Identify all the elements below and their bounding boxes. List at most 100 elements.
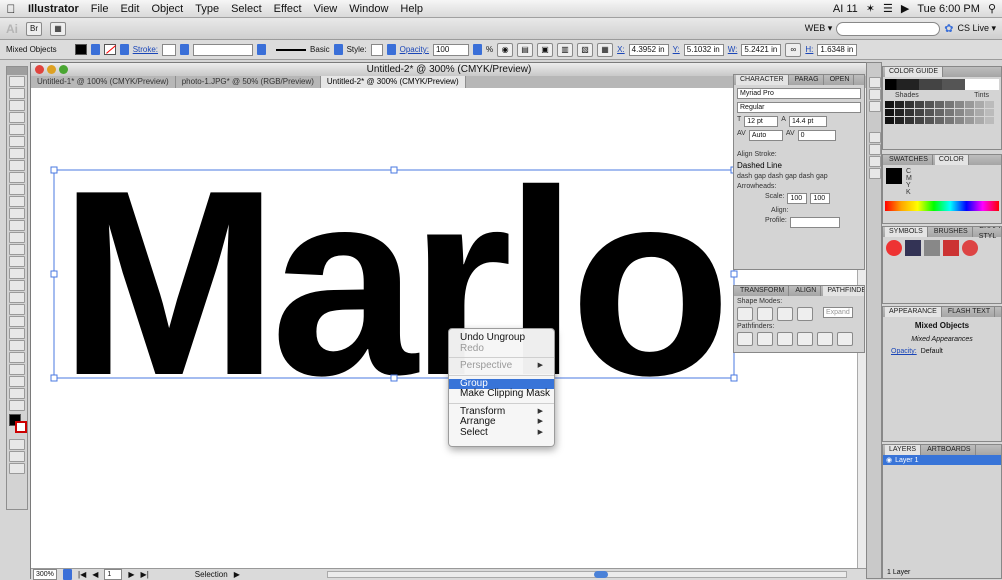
rotate-tool-icon[interactable] <box>9 220 25 231</box>
artwork-text[interactable]: Marlo <box>59 135 731 430</box>
harmony-colors[interactable] <box>885 79 999 90</box>
transform-icon[interactable]: ▦ <box>597 42 614 57</box>
rectangle-tool-icon[interactable] <box>9 160 25 171</box>
stroke-panel-icon[interactable] <box>869 132 881 143</box>
lasso-tool-icon[interactable] <box>9 112 25 123</box>
h-input[interactable]: 1.6348 in <box>817 43 858 56</box>
stroke-weight[interactable] <box>162 43 177 56</box>
recolor-icon[interactable]: ◉ <box>497 42 514 57</box>
gradient-tool-icon[interactable] <box>9 304 25 315</box>
search-input[interactable] <box>836 21 941 36</box>
pen-tool-icon[interactable] <box>9 124 25 135</box>
zoom-icon[interactable] <box>59 65 68 74</box>
gradient-panel-icon[interactable] <box>869 144 881 155</box>
font-style-select[interactable]: Regular <box>737 102 861 113</box>
tab-color-guide[interactable]: COLOR GUIDE <box>885 67 944 77</box>
tab-opentype[interactable]: OPEN <box>826 75 855 85</box>
paragraph-panel-icon[interactable] <box>869 89 881 100</box>
tab-flash-text[interactable]: FLASH TEXT <box>944 307 996 317</box>
tab-artboards[interactable]: ARTBOARDS <box>923 445 976 455</box>
eyedropper-tool-icon[interactable] <box>9 316 25 327</box>
column-graph-tool-icon[interactable] <box>9 352 25 363</box>
color-fill-swatch[interactable] <box>886 168 902 184</box>
opacity-dropdown[interactable] <box>472 44 482 55</box>
selection-tool-icon[interactable] <box>9 76 25 87</box>
tab-pathfinder[interactable]: PATHFINDER <box>823 286 864 296</box>
hand-tool-icon[interactable] <box>9 388 25 399</box>
menu-object[interactable]: Object <box>145 3 189 15</box>
brush-name[interactable]: Basic <box>310 45 330 54</box>
x-label[interactable]: X: <box>617 45 625 54</box>
layer-name[interactable]: Layer 1 <box>895 457 918 464</box>
w-input[interactable]: 5.2421 in <box>741 43 782 56</box>
tab-align[interactable]: ALIGN <box>791 286 822 296</box>
color-spectrum[interactable] <box>885 201 999 211</box>
symbol-icon[interactable] <box>886 240 902 256</box>
zoom-dropdown[interactable] <box>63 569 72 580</box>
arrange-documents-icon[interactable]: ▦ <box>50 21 66 36</box>
menu-edit[interactable]: Edit <box>114 3 145 15</box>
leading-input[interactable]: 14.4 pt <box>788 116 827 127</box>
menu-select[interactable]: Select <box>225 3 268 15</box>
y-input[interactable]: 5.1032 in <box>683 43 724 56</box>
menu-type[interactable]: Type <box>189 3 225 15</box>
distribute-icon[interactable]: ▧ <box>577 42 594 57</box>
screen-mode-icon[interactable] <box>9 463 25 474</box>
stroke-dropdown[interactable] <box>119 44 129 55</box>
h-label[interactable]: H: <box>805 45 813 54</box>
tab-layers[interactable]: LAYERS <box>885 445 922 455</box>
volume-icon[interactable]: ▶ <box>901 2 909 15</box>
artboard-number[interactable]: 1 <box>104 569 123 580</box>
tab-photo-1[interactable]: photo-1.JPG* @ 50% (RGB/Preview) <box>176 76 321 88</box>
blob-brush-tool-icon[interactable] <box>9 196 25 207</box>
style-swatch[interactable] <box>370 43 383 56</box>
pencil-tool-icon[interactable] <box>9 184 25 195</box>
tools-panel-header[interactable] <box>7 67 27 75</box>
minus-front-icon[interactable] <box>757 307 773 321</box>
arrow-scale-end[interactable]: 100 <box>810 193 831 204</box>
intersect-icon[interactable] <box>777 307 793 321</box>
menu-file[interactable]: File <box>85 3 115 15</box>
apple-icon[interactable]:  <box>0 2 22 16</box>
minimize-icon[interactable] <box>47 65 56 74</box>
horizontal-scrollbar[interactable] <box>327 571 847 578</box>
spotlight-icon[interactable]: ⚲ <box>988 2 996 15</box>
workspace-switcher[interactable]: WEB ▾ <box>805 23 833 34</box>
zoom-level[interactable]: 300% <box>33 569 57 580</box>
font-size-input[interactable]: 12 pt <box>744 116 779 127</box>
menu-item-select[interactable]: Select ▶ <box>449 427 554 439</box>
menu-item-arrange[interactable]: Arrange ▶ <box>449 416 554 428</box>
exclude-icon[interactable] <box>797 307 813 321</box>
fill-dropdown[interactable] <box>90 44 100 55</box>
menu-view[interactable]: View <box>308 3 344 15</box>
shape-builder-tool-icon[interactable] <box>9 268 25 279</box>
stroke-weight-dropdown[interactable] <box>180 44 190 55</box>
profile-dropdown[interactable] <box>257 44 267 55</box>
tab-swatches[interactable]: SWATCHES <box>885 155 933 165</box>
align-right-icon[interactable]: ▥ <box>557 42 574 57</box>
free-transform-tool-icon[interactable] <box>9 256 25 267</box>
symbol-icon[interactable] <box>905 240 921 256</box>
first-artboard-icon[interactable]: |◀ <box>78 570 86 579</box>
bridge-icon[interactable]: Br <box>26 21 42 36</box>
color-variations-grid[interactable] <box>885 101 999 124</box>
dashed-line-checkbox[interactable]: Dashed Line <box>737 161 861 170</box>
type-tool-icon[interactable] <box>9 136 25 147</box>
fill-swatch[interactable] <box>74 44 87 55</box>
menu-help[interactable]: Help <box>394 3 429 15</box>
layer-row[interactable]: ◉ Layer 1 <box>883 455 1001 465</box>
tab-color[interactable]: COLOR <box>934 155 969 165</box>
visibility-eye-icon[interactable]: ◉ <box>886 456 892 464</box>
minus-back-icon[interactable] <box>837 332 853 346</box>
last-artboard-icon[interactable]: ▶| <box>141 570 149 579</box>
bluetooth-icon[interactable]: ✶ <box>866 2 875 15</box>
character-panel-icon[interactable] <box>869 77 881 88</box>
tab-character[interactable]: CHARACTER <box>736 75 789 85</box>
warp-tool-icon[interactable] <box>9 244 25 255</box>
menu-app-name[interactable]: Illustrator <box>22 3 85 15</box>
tracking-input[interactable]: 0 <box>797 130 836 141</box>
adobe-status[interactable]: AI 11 <box>833 3 858 15</box>
divide-icon[interactable] <box>737 332 753 346</box>
status-tool-name[interactable]: Selection <box>195 570 228 579</box>
transparency-panel-icon[interactable] <box>869 156 881 167</box>
